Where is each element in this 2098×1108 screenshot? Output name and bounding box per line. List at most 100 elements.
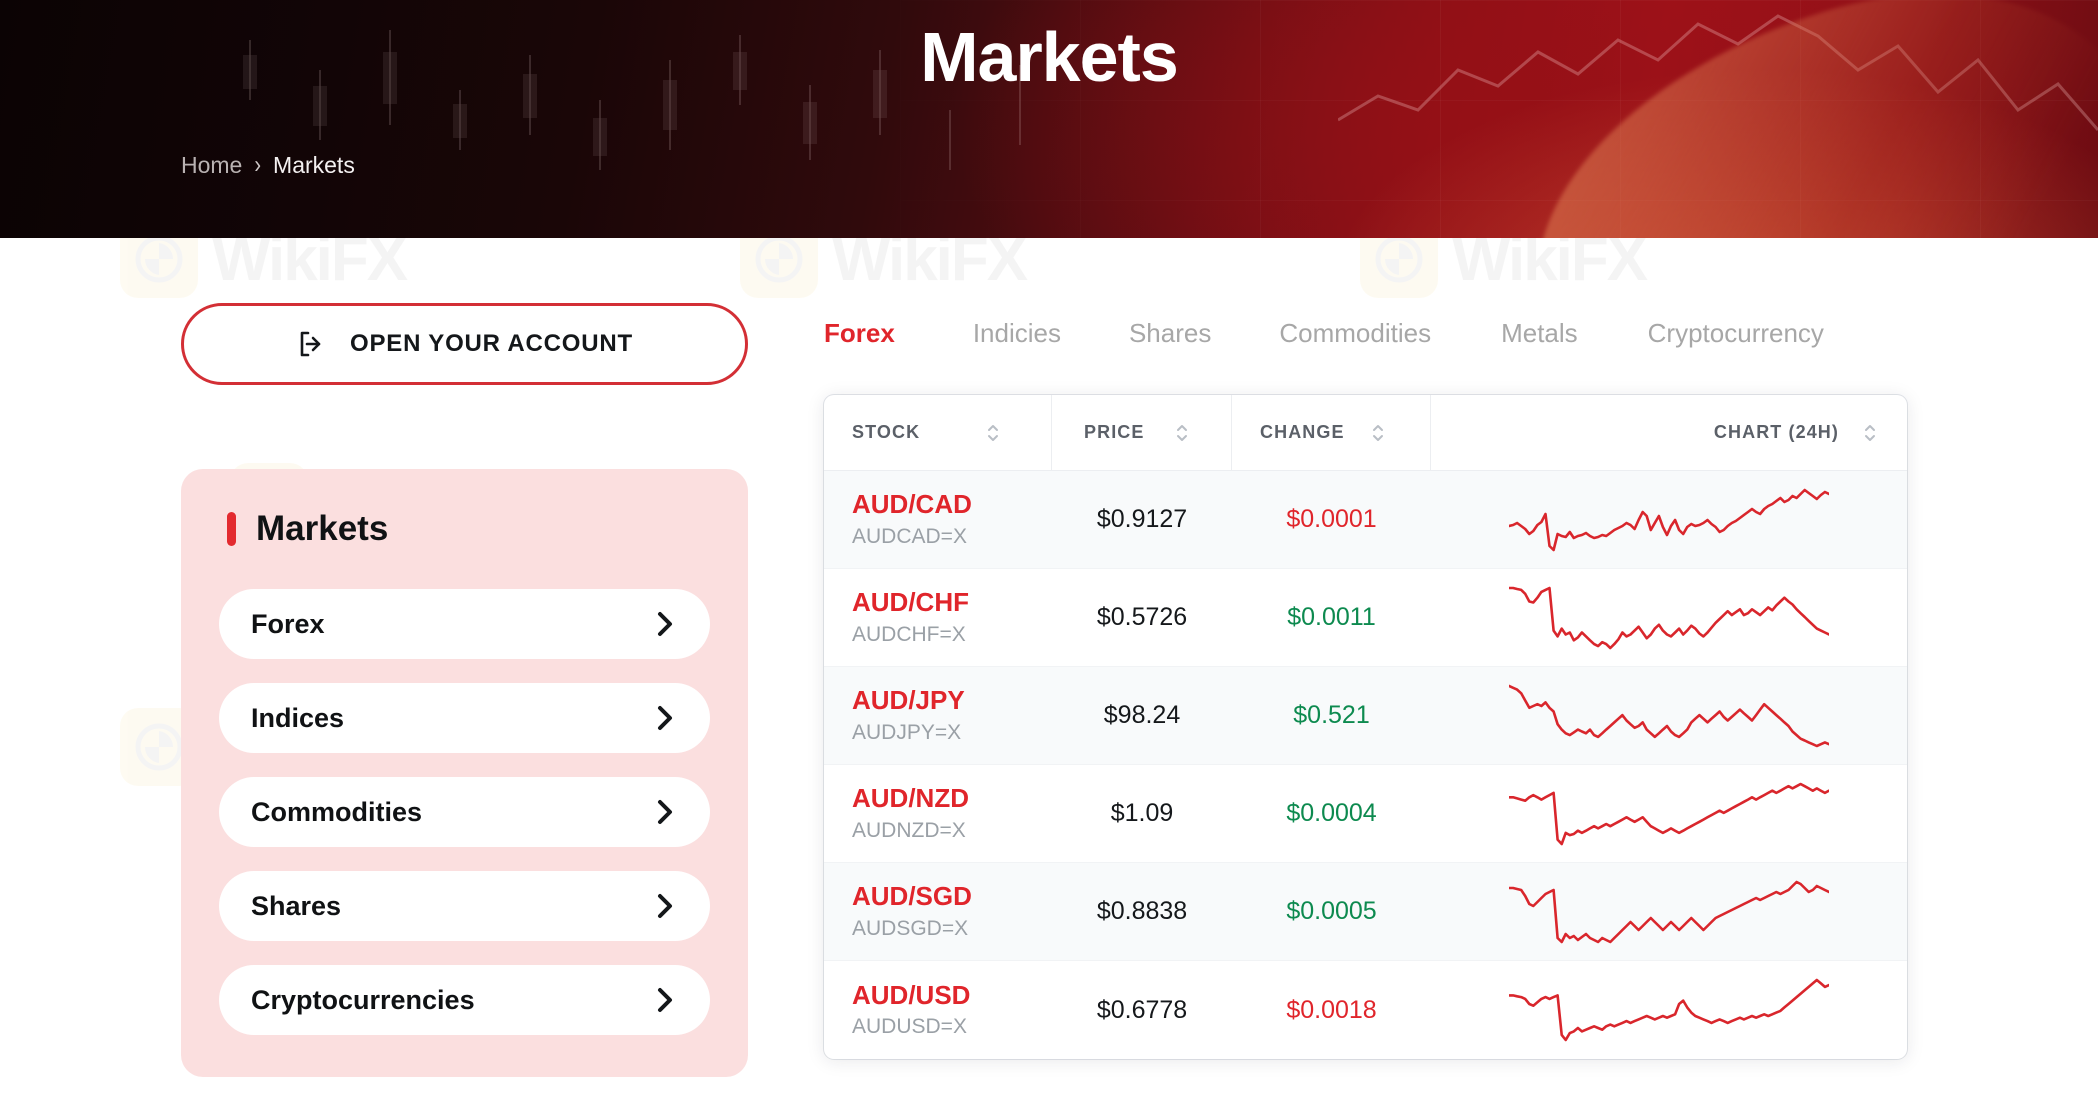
cell-sparkline: [1431, 582, 1907, 654]
cell-change: $0.0001: [1286, 505, 1377, 533]
sort-toggle-icon: [1863, 422, 1877, 444]
left-sidebar: OPEN YOUR ACCOUNT Markets Forex Indices: [181, 303, 748, 1077]
tab-cryptocurrency[interactable]: Cryptocurrency: [1648, 318, 1824, 353]
breadcrumb-current-page: Markets: [273, 152, 355, 178]
cell-stock: AUD/USD AUDUSD=X: [824, 980, 1052, 1041]
markets-panel-header: Markets: [219, 509, 710, 549]
cell-stock: AUD/CHF AUDCHF=X: [824, 587, 1052, 648]
column-header-chart-24h[interactable]: CHART (24H): [1431, 395, 1907, 470]
chevron-right-icon: [654, 891, 676, 921]
sparkline-chart: [1509, 680, 1829, 752]
stock-pair-link[interactable]: AUD/NZD: [852, 783, 1052, 814]
sidebar-item-forex[interactable]: Forex: [219, 589, 710, 659]
markets-table: STOCK PRICE CHANGE CHART (24H) AUD/CAD A…: [824, 395, 1907, 1059]
cell-stock: AUD/NZD AUDNZD=X: [824, 783, 1052, 844]
cell-price: $0.9127: [1096, 505, 1188, 533]
page-hero-banner: Markets Home › Markets: [0, 0, 2098, 238]
stock-symbol: AUDJPY=X: [852, 720, 962, 744]
markets-panel-title: Markets: [256, 509, 389, 548]
column-header-label: CHANGE: [1260, 422, 1345, 442]
stock-symbol: AUDSGD=X: [852, 916, 969, 940]
page-title: Markets: [920, 18, 1179, 96]
chevron-right-icon: [654, 985, 676, 1015]
cell-sparkline: [1431, 484, 1907, 556]
column-header-label: PRICE: [1084, 422, 1145, 442]
stock-pair-link[interactable]: AUD/CHF: [852, 587, 1052, 618]
table-row[interactable]: AUD/NZD AUDNZD=X $1.09 $0.0004: [824, 765, 1907, 863]
sidebar-item-label: Commodities: [251, 796, 423, 827]
open-account-label: OPEN YOUR ACCOUNT: [350, 330, 633, 357]
stock-symbol: AUDCAD=X: [852, 524, 967, 548]
stock-pair-link[interactable]: AUD/SGD: [852, 881, 1052, 912]
tab-commodities[interactable]: Commodities: [1279, 318, 1431, 353]
sidebar-item-commodities[interactable]: Commodities: [219, 777, 710, 847]
breadcrumb-home-link[interactable]: Home: [181, 152, 242, 179]
sidebar-item-label: Indices: [251, 702, 345, 733]
table-row[interactable]: AUD/CHF AUDCHF=X $0.5726 $0.0011: [824, 569, 1907, 667]
chevron-right-icon: [654, 797, 676, 827]
cell-price: $0.8838: [1096, 897, 1188, 925]
cell-stock: AUD/CAD AUDCAD=X: [824, 489, 1052, 550]
page-body: OPEN YOUR ACCOUNT Markets Forex Indices: [0, 238, 2098, 1108]
column-header-label: CHART (24H): [1713, 422, 1839, 442]
stock-symbol: AUDCHF=X: [852, 622, 966, 646]
sort-toggle-icon: [1175, 422, 1189, 444]
tab-indicies[interactable]: Indicies: [973, 318, 1061, 353]
markets-nav-panel: Markets Forex Indices Commodities Shares…: [181, 469, 748, 1077]
column-header-stock[interactable]: STOCK: [824, 395, 1052, 470]
sidebar-item-shares[interactable]: Shares: [219, 871, 710, 941]
cell-sparkline: [1431, 680, 1907, 752]
cell-change: $0.0018: [1286, 995, 1377, 1024]
cell-change: $0.0004: [1286, 799, 1377, 827]
stock-symbol: AUDNZD=X: [852, 818, 966, 842]
sparkline-chart: [1509, 974, 1829, 1046]
stock-symbol: AUDUSD=X: [852, 1015, 967, 1039]
table-header-row: STOCK PRICE CHANGE CHART (24H): [824, 395, 1907, 471]
sidebar-item-label: Forex: [251, 608, 325, 639]
cell-sparkline: [1431, 876, 1907, 948]
cell-sparkline: [1431, 778, 1907, 850]
cell-price: $0.6778: [1096, 995, 1188, 1024]
table-row[interactable]: AUD/JPY AUDJPY=X $98.24 $0.521: [824, 667, 1907, 765]
table-row[interactable]: AUD/USD AUDUSD=X $0.6778 $0.0018: [824, 961, 1907, 1059]
sort-toggle-icon: [986, 422, 1000, 444]
stock-pair-link[interactable]: AUD/USD: [852, 980, 1052, 1011]
chevron-right-icon: [654, 703, 676, 733]
sparkline-chart: [1509, 778, 1829, 850]
market-category-tabs: Forex Indicies Shares Commodities Metals…: [824, 238, 1924, 353]
cell-price: $0.5726: [1096, 603, 1188, 631]
markets-main-content: Forex Indicies Shares Commodities Metals…: [824, 238, 1924, 1059]
cell-change: $0.0011: [1287, 603, 1376, 631]
cell-change: $0.0005: [1286, 897, 1377, 925]
table-row[interactable]: AUD/CAD AUDCAD=X $0.9127 $0.0001: [824, 471, 1907, 569]
sort-toggle-icon: [1371, 422, 1385, 444]
sidebar-item-cryptocurrencies[interactable]: Cryptocurrencies: [219, 965, 710, 1035]
tab-shares[interactable]: Shares: [1129, 318, 1211, 353]
cell-stock: AUD/SGD AUDSGD=X: [824, 881, 1052, 942]
sparkline-chart: [1509, 582, 1829, 654]
cell-price: $1.09: [1110, 799, 1174, 827]
stock-pair-link[interactable]: AUD/JPY: [852, 685, 1052, 716]
breadcrumb-separator-icon: ›: [254, 151, 262, 179]
table-row[interactable]: AUD/SGD AUDSGD=X $0.8838 $0.0005: [824, 863, 1907, 961]
cell-stock: AUD/JPY AUDJPY=X: [824, 685, 1052, 746]
column-header-label: STOCK: [852, 422, 921, 442]
tab-metals[interactable]: Metals: [1501, 318, 1578, 353]
sidebar-item-label: Shares: [251, 890, 342, 921]
sparkline-chart: [1509, 876, 1829, 948]
sidebar-item-indices[interactable]: Indices: [219, 683, 710, 753]
open-account-button[interactable]: OPEN YOUR ACCOUNT: [181, 303, 748, 385]
cell-price: $98.24: [1103, 701, 1181, 729]
breadcrumb: Home › Markets: [181, 151, 355, 179]
tab-forex[interactable]: Forex: [824, 318, 895, 353]
cell-sparkline: [1431, 974, 1907, 1046]
logout-arrow-icon: [296, 328, 328, 360]
sidebar-item-label: Cryptocurrencies: [251, 984, 475, 1015]
accent-bar-icon: [227, 512, 236, 546]
sparkline-chart: [1509, 484, 1829, 556]
column-header-change[interactable]: CHANGE: [1232, 395, 1431, 470]
column-header-price[interactable]: PRICE: [1052, 395, 1232, 470]
chevron-right-icon: [654, 609, 676, 639]
stock-pair-link[interactable]: AUD/CAD: [852, 489, 1052, 520]
cell-change: $0.521: [1293, 701, 1370, 729]
